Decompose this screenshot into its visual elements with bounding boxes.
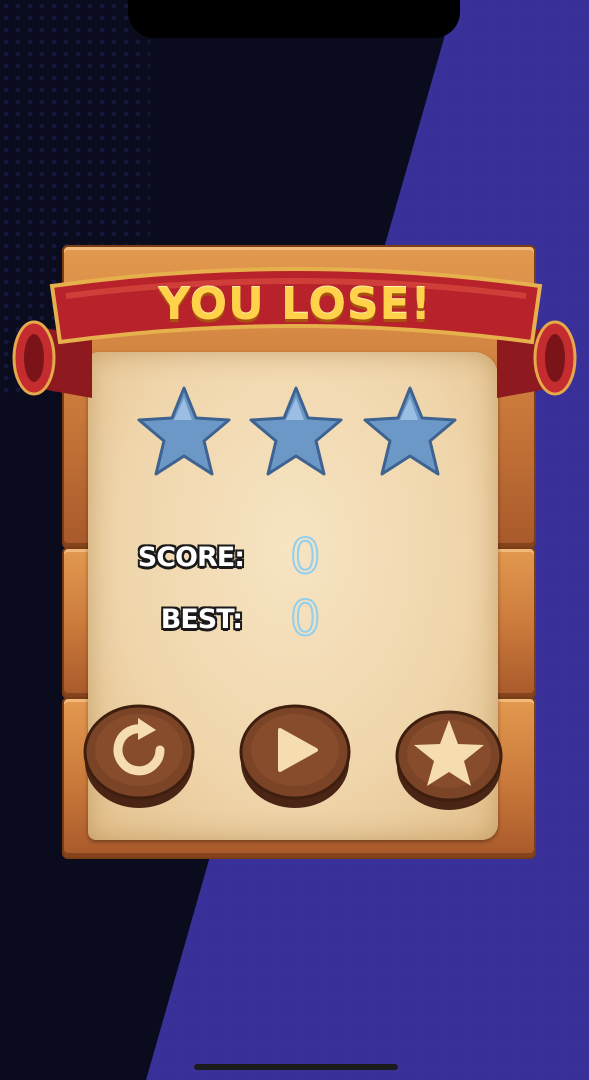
replay-button[interactable] — [82, 698, 196, 812]
star-rating — [134, 382, 460, 482]
device-notch — [128, 0, 460, 38]
star-icon — [249, 386, 343, 476]
score-label: SCORE: — [137, 542, 245, 573]
star-icon — [137, 386, 231, 476]
score-value: 0 — [289, 528, 322, 586]
play-button[interactable] — [238, 698, 352, 812]
rate-button[interactable] — [392, 706, 506, 820]
best-value: 0 — [289, 590, 322, 648]
best-label: BEST: — [160, 604, 243, 635]
result-title: YOU LOSE! — [158, 279, 432, 330]
star-icon — [363, 386, 457, 476]
home-indicator — [194, 1064, 398, 1070]
